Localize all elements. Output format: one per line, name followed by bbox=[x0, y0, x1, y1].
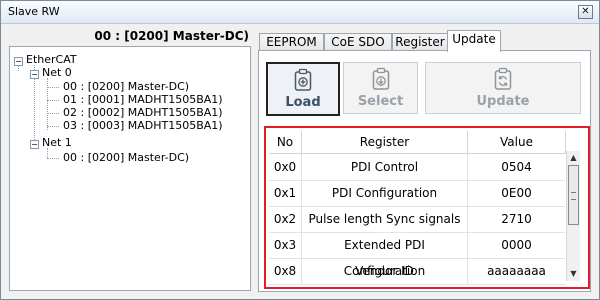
scroll-thumb[interactable] bbox=[568, 165, 579, 225]
table-row[interactable]: 0x1 PDI Configuration 0E00 bbox=[269, 180, 565, 207]
load-label: Load bbox=[285, 95, 321, 110]
tab-register[interactable]: Register bbox=[392, 33, 448, 51]
tab-update[interactable]: Update bbox=[447, 30, 501, 52]
cell-register: Extended PDI Configuration bbox=[302, 232, 468, 278]
cell-no: 0x8 bbox=[269, 258, 302, 284]
cell-value[interactable]: 0504 bbox=[468, 154, 565, 180]
tree-slave-item[interactable]: 00 : [0200] Master-DC) bbox=[63, 151, 189, 164]
close-button[interactable]: ✕ bbox=[578, 5, 593, 19]
table-row[interactable]: 0x0 PDI Control 0504 bbox=[269, 154, 565, 181]
selected-device-title: 00 : [0200] Master-DC) bbox=[94, 29, 249, 43]
cell-value[interactable]: aaaaaaaa bbox=[468, 258, 565, 284]
window-title: Slave RW bbox=[8, 5, 60, 18]
table-row[interactable]: 0x2 Pulse length Sync signals 2710 bbox=[269, 206, 565, 233]
column-header-no[interactable]: No bbox=[269, 131, 302, 154]
scroll-up-icon[interactable]: ▲ bbox=[567, 151, 580, 165]
tree-slave-item[interactable]: 00 : [0200] Master-DC) bbox=[63, 80, 189, 93]
register-table: No Register Value 0x0 PDI Control 0504 0… bbox=[269, 131, 580, 285]
collapse-icon[interactable]: − bbox=[30, 140, 39, 149]
cell-register: PDI Configuration bbox=[302, 180, 468, 206]
cell-value[interactable]: 2710 bbox=[468, 206, 565, 232]
tree-slave-item[interactable]: 03 : [0003] MADHT1505BA1) bbox=[63, 119, 223, 132]
update-icon bbox=[494, 67, 512, 90]
cell-no: 0x1 bbox=[269, 180, 302, 206]
collapse-icon[interactable]: − bbox=[30, 70, 39, 79]
cell-no: 0x0 bbox=[269, 154, 302, 180]
cell-no: 0x2 bbox=[269, 206, 302, 232]
load-icon bbox=[294, 68, 312, 91]
update-button[interactable]: Update bbox=[425, 62, 581, 114]
column-header-register[interactable]: Register bbox=[302, 131, 468, 154]
scroll-down-icon[interactable]: ▼ bbox=[567, 267, 580, 281]
table-row[interactable]: 0x3 Extended PDI Configuration 0000 bbox=[269, 232, 565, 278]
tree-slave-item[interactable]: 01 : [0001] MADHT1505BA1) bbox=[63, 93, 223, 106]
tab-coe-sdo[interactable]: CoE SDO bbox=[324, 33, 392, 51]
column-header-value[interactable]: Value bbox=[468, 131, 566, 154]
update-label: Update bbox=[476, 94, 530, 109]
tree-slave-item[interactable]: 02 : [0002] MADHT1505BA1) bbox=[63, 106, 223, 119]
title-bar: Slave RW ✕ bbox=[1, 1, 599, 24]
cell-value[interactable]: 0E00 bbox=[468, 180, 565, 206]
vertical-scrollbar[interactable]: ▲ ▼ bbox=[566, 151, 580, 281]
register-table-highlight: No Register Value 0x0 PDI Control 0504 0… bbox=[264, 126, 590, 289]
collapse-icon[interactable]: − bbox=[14, 57, 23, 66]
cell-register: Vendor ID bbox=[302, 258, 468, 284]
cell-value[interactable]: 0000 bbox=[468, 232, 565, 258]
select-icon bbox=[372, 67, 389, 90]
device-tree[interactable]: − EtherCAT − Net 0 00 : [0200] Master-DC… bbox=[9, 46, 251, 291]
tab-eeprom[interactable]: EEPROM bbox=[259, 33, 324, 51]
select-button[interactable]: Select bbox=[343, 62, 418, 114]
cell-no: 0x3 bbox=[269, 232, 302, 258]
load-button[interactable]: Load bbox=[266, 62, 340, 116]
cell-register: PDI Control bbox=[302, 154, 468, 180]
slave-rw-window: Slave RW ✕ 00 : [0200] Master-DC) − Ethe… bbox=[0, 0, 600, 300]
table-row[interactable]: 0x8 Vendor ID aaaaaaaa bbox=[269, 258, 565, 285]
select-label: Select bbox=[357, 94, 404, 109]
cell-register: Pulse length Sync signals bbox=[302, 206, 468, 232]
